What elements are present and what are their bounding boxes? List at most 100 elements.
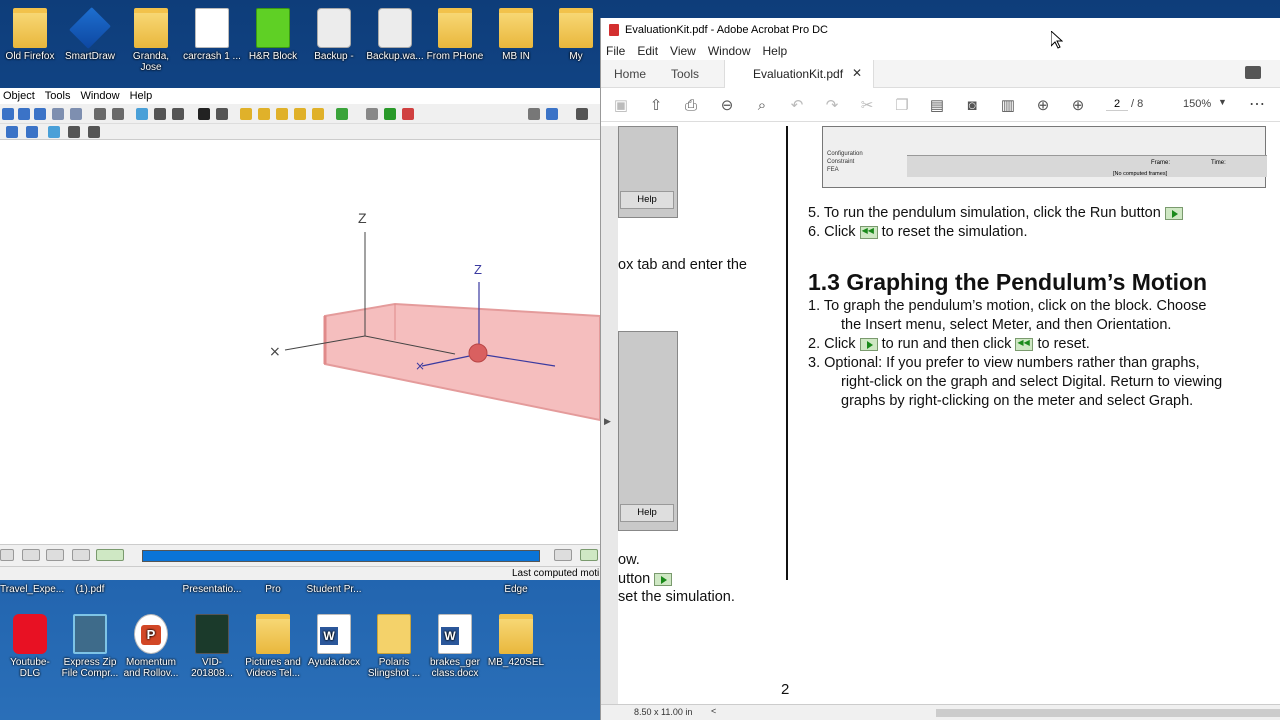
pendulum-ball[interactable] xyxy=(468,343,488,363)
desktop-icon-carcrash[interactable]: carcrash 1 ... xyxy=(182,8,242,62)
desktop-icon-old-firefox[interactable]: Old Firefox xyxy=(0,8,60,62)
body-icon[interactable] xyxy=(258,108,270,120)
desktop-icon-video[interactable]: VID-201808... xyxy=(182,614,242,679)
desktop-icon-express-zip[interactable]: Express Zip File Compr... xyxy=(60,614,120,679)
menu-window[interactable]: Window xyxy=(80,90,119,102)
simulation-3d-viewport[interactable]: × × Z Z xyxy=(0,140,601,540)
zoom-fit-icon[interactable] xyxy=(70,108,82,120)
paste-icon[interactable]: ▤ xyxy=(928,97,946,115)
search-document-icon[interactable]: ⌕ xyxy=(753,97,771,115)
page-number-input[interactable]: 2 xyxy=(1106,98,1128,111)
chevron-down-icon[interactable]: ▼ xyxy=(1218,97,1227,107)
grid-icon[interactable] xyxy=(48,126,60,138)
scroll-left-icon[interactable]: < xyxy=(711,706,716,716)
previous-page-icon[interactable]: ⊕ xyxy=(1034,97,1052,115)
document-viewport[interactable]: ▶ Help ox tab and enter the Help ow. utt… xyxy=(601,126,1280,706)
fast-forward-icon[interactable] xyxy=(580,549,598,561)
menu-file[interactable]: File xyxy=(606,44,625,58)
rotate-icon[interactable] xyxy=(18,108,30,120)
tab-home[interactable]: Home xyxy=(614,67,646,81)
desktop-icon-presentation[interactable]: Presentatio... xyxy=(182,584,242,595)
close-icon[interactable]: ✕ xyxy=(852,66,862,80)
timeline-slider[interactable] xyxy=(142,550,540,562)
desktop-icon-pictures[interactable]: Pictures and Videos Tel... xyxy=(243,614,303,679)
body-icon[interactable] xyxy=(240,108,252,120)
tool-icon[interactable] xyxy=(68,126,80,138)
comment-icon[interactable] xyxy=(1245,66,1261,79)
desktop-icon-mb-in[interactable]: MB IN xyxy=(486,8,546,62)
print-icon[interactable]: ⎙ xyxy=(682,97,700,115)
desktop-icon-from-phone[interactable]: From PHone xyxy=(425,8,485,62)
desktop-icon-momentum[interactable]: Momentum and Rollov... xyxy=(121,614,181,679)
desktop-icon-backup[interactable]: Backup - xyxy=(304,8,364,62)
tool-icon[interactable] xyxy=(112,108,124,120)
desktop-icon-backup-wa[interactable]: Backup.wa... xyxy=(365,8,425,62)
gear-icon[interactable] xyxy=(366,108,378,120)
body-icon[interactable] xyxy=(276,108,288,120)
view-icon[interactable] xyxy=(26,126,38,138)
horizontal-scrollbar[interactable] xyxy=(936,709,1280,717)
desktop-icon-hr-block[interactable]: H&R Block xyxy=(243,8,303,62)
zoom-select[interactable]: 150% xyxy=(1183,98,1211,110)
desktop-icon-youtube-dlg[interactable]: Youtube-DLG xyxy=(0,614,60,679)
menu-tools[interactable]: Tools xyxy=(45,90,71,102)
menu-edit[interactable]: Edit xyxy=(637,44,658,58)
desktop-icon-pro[interactable]: Pro xyxy=(243,584,303,595)
tab-document[interactable]: EvaluationKit.pdf ✕ xyxy=(724,60,874,89)
joint-icon[interactable] xyxy=(336,108,348,120)
meter-icon[interactable] xyxy=(546,108,558,120)
zoom-icon[interactable] xyxy=(52,108,64,120)
motor-icon[interactable] xyxy=(402,108,414,120)
desktop-icon-smartdraw[interactable]: SmartDraw xyxy=(60,7,120,62)
tool-icon[interactable] xyxy=(154,108,166,120)
menu-help[interactable]: Help xyxy=(130,90,153,102)
menu-window[interactable]: Window xyxy=(708,44,751,58)
rewind-icon[interactable] xyxy=(22,549,40,561)
view-icon[interactable] xyxy=(6,126,18,138)
desktop-icon-my[interactable]: My xyxy=(546,8,606,62)
desktop-icon-student[interactable]: Student Pr... xyxy=(304,584,364,595)
copy-icon[interactable]: ❐ xyxy=(893,97,911,115)
tab-tools[interactable]: Tools xyxy=(671,67,699,81)
next-page-icon[interactable]: ⊕ xyxy=(1069,97,1087,115)
move-icon[interactable] xyxy=(2,108,14,120)
menu-view[interactable]: View xyxy=(670,44,696,58)
tool-icon[interactable] xyxy=(172,108,184,120)
desktop-icon-brakes[interactable]: brakes_ger class.docx xyxy=(425,614,485,679)
tool-icon[interactable] xyxy=(216,108,228,120)
menu-help[interactable]: Help xyxy=(763,44,788,58)
desktop-icon-pdf[interactable]: (1).pdf xyxy=(60,584,120,595)
tool-icon[interactable] xyxy=(94,108,106,120)
tool-icon[interactable] xyxy=(528,108,540,120)
step-forward-icon[interactable] xyxy=(554,549,572,561)
desktop-icon-ayuda[interactable]: Ayuda.docx xyxy=(304,614,364,668)
save-icon[interactable]: ▣ xyxy=(612,97,630,115)
step-back-icon[interactable] xyxy=(46,549,64,561)
frame-select[interactable] xyxy=(0,549,14,561)
spin-icon[interactable] xyxy=(34,108,46,120)
grid-icon[interactable] xyxy=(136,108,148,120)
pointer-icon[interactable] xyxy=(198,108,210,120)
pages-icon[interactable]: ▥ xyxy=(999,97,1017,115)
undo-icon[interactable]: ↶ xyxy=(788,97,806,115)
desktop-icon-mb-420sel[interactable]: MB_420SEL xyxy=(486,614,546,668)
tool-icon[interactable] xyxy=(88,126,100,138)
desktop-icon-edge[interactable]: Edge xyxy=(486,584,546,595)
play-icon[interactable] xyxy=(96,549,124,561)
snapshot-icon[interactable]: ◙ xyxy=(963,97,981,115)
tool-icon[interactable] xyxy=(576,108,588,120)
chevron-right-icon[interactable]: ▶ xyxy=(604,416,611,427)
upload-icon[interactable]: ⇧ xyxy=(647,97,665,115)
desktop-icon-travel[interactable]: Travel_Expe... xyxy=(0,584,64,595)
block-body[interactable] xyxy=(324,302,601,422)
spring-icon[interactable] xyxy=(384,108,396,120)
desktop-icon-granda-jose[interactable]: Granda, Jose xyxy=(121,8,181,73)
menu-object[interactable]: Object xyxy=(3,90,35,102)
zoom-out-icon[interactable]: ⊖ xyxy=(718,97,736,115)
cut-icon[interactable]: ✂ xyxy=(858,97,876,115)
desktop-icon-polaris[interactable]: Polaris Slingshot ... xyxy=(364,614,424,679)
redo-icon[interactable]: ↷ xyxy=(823,97,841,115)
body-icon[interactable] xyxy=(312,108,324,120)
stop-icon[interactable] xyxy=(72,549,90,561)
more-icon[interactable]: ⋯ xyxy=(1249,94,1265,114)
